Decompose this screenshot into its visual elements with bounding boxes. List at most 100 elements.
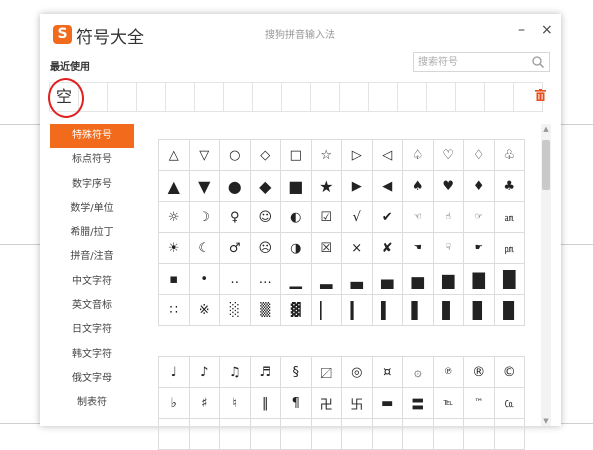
symbol-cell[interactable]: ☀ (159, 233, 190, 264)
symbol-cell[interactable]: ✘ (372, 233, 403, 264)
symbol-cell[interactable]: ▲ (159, 171, 190, 202)
symbol-cell[interactable]: ♠ (403, 171, 434, 202)
symbol-cell[interactable]: ♡ (433, 140, 464, 171)
symbol-cell[interactable] (220, 419, 251, 450)
symbol-cell[interactable]: ◐ (281, 202, 312, 233)
symbol-cell[interactable]: ▍ (372, 295, 403, 326)
symbol-cell[interactable]: ▬ (372, 388, 403, 419)
symbol-cell[interactable]: ♢ (464, 140, 495, 171)
symbol-cell[interactable]: ℗ (433, 357, 464, 388)
symbol-cell[interactable]: ☜ (403, 202, 434, 233)
symbol-cell[interactable]: 卐 (342, 388, 373, 419)
symbol-cell[interactable]: ☚ (403, 233, 434, 264)
symbol-cell[interactable]: ▂ (311, 264, 342, 295)
symbol-cell[interactable]: 〼 (311, 357, 342, 388)
recent-symbol-cell[interactable] (397, 82, 427, 112)
recent-symbol-cell[interactable] (368, 82, 398, 112)
symbol-cell[interactable]: ▎ (342, 295, 373, 326)
symbol-cell[interactable]: ▼ (189, 171, 220, 202)
symbol-cell[interactable] (372, 419, 403, 450)
scroll-down-icon[interactable]: ▼ (541, 416, 551, 426)
symbol-cell[interactable]: ♯ (189, 388, 220, 419)
search-input[interactable] (418, 55, 528, 69)
symbol-cell[interactable] (189, 419, 220, 450)
minimize-button[interactable]: – (518, 22, 525, 38)
vertical-scrollbar[interactable]: ▲ ▼ (541, 124, 551, 426)
symbol-cell[interactable] (281, 419, 312, 450)
symbol-cell[interactable]: ✔ (372, 202, 403, 233)
symbol-cell[interactable]: ▓ (281, 295, 312, 326)
sidebar-item-category[interactable]: 韩文字符 (50, 343, 134, 367)
symbol-cell[interactable]: … (250, 264, 281, 295)
recent-symbol-cell[interactable] (223, 82, 253, 112)
sidebar-item-category[interactable]: 标点符号 (50, 148, 134, 172)
symbol-cell[interactable] (342, 419, 373, 450)
symbol-cell[interactable]: × (342, 233, 373, 264)
sidebar-item-category[interactable]: 希腊/拉丁 (50, 221, 134, 245)
symbol-cell[interactable]: ℡ (433, 388, 464, 419)
symbol-cell[interactable]: ♮ (220, 388, 251, 419)
symbol-cell[interactable]: ¶ (281, 388, 312, 419)
symbol-cell[interactable]: ¤ (372, 357, 403, 388)
symbol-cell[interactable]: ■ (281, 171, 312, 202)
symbol-cell[interactable]: ∷ (159, 295, 190, 326)
recent-symbol-cell[interactable] (339, 82, 369, 112)
symbol-cell[interactable]: ▏ (311, 295, 342, 326)
symbol-cell[interactable]: ▃ (342, 264, 373, 295)
symbol-cell[interactable]: ۞ (403, 357, 434, 388)
symbol-cell[interactable]: ▶ (342, 171, 373, 202)
symbol-cell[interactable]: ▌ (403, 295, 434, 326)
search-icon[interactable] (531, 55, 545, 69)
symbol-cell[interactable] (250, 419, 281, 450)
symbol-cell[interactable]: ◎ (342, 357, 373, 388)
symbol-cell[interactable] (494, 419, 525, 450)
symbol-cell[interactable]: ▽ (189, 140, 220, 171)
symbol-cell[interactable] (464, 419, 495, 450)
symbol-cell[interactable]: ☒ (311, 233, 342, 264)
symbol-cell[interactable]: ◆ (250, 171, 281, 202)
recent-symbol-cell[interactable] (426, 82, 456, 112)
recent-symbol-cell[interactable] (484, 82, 514, 112)
symbol-cell[interactable]: ◇ (250, 140, 281, 171)
sidebar-item-category[interactable]: 英文音标 (50, 294, 134, 318)
symbol-cell[interactable]: ▊ (464, 295, 495, 326)
symbol-cell[interactable]: ※ (189, 295, 220, 326)
symbol-cell[interactable]: ‥ (220, 264, 251, 295)
symbol-cell[interactable]: ♤ (403, 140, 434, 171)
recent-symbol-cell[interactable] (252, 82, 282, 112)
symbol-cell[interactable]: ● (220, 171, 251, 202)
symbol-cell[interactable]: ♪ (189, 357, 220, 388)
symbol-cell[interactable]: ◁ (372, 140, 403, 171)
symbol-cell[interactable]: ♬ (250, 357, 281, 388)
sidebar-item-category[interactable]: 数字序号 (50, 173, 134, 197)
symbol-cell[interactable]: ☹ (250, 233, 281, 264)
symbol-cell[interactable]: ☞ (464, 202, 495, 233)
recent-symbol-cell[interactable] (310, 82, 340, 112)
symbol-cell[interactable] (403, 419, 434, 450)
symbol-cell[interactable]: ▷ (342, 140, 373, 171)
symbol-cell[interactable]: ◀ (372, 171, 403, 202)
scroll-up-icon[interactable]: ▲ (541, 124, 551, 134)
symbol-cell[interactable]: ㏘ (494, 233, 525, 264)
symbol-cell[interactable]: ☑ (311, 202, 342, 233)
recent-symbol-cell[interactable] (165, 82, 195, 112)
symbol-cell[interactable]: ♀ (220, 202, 251, 233)
symbol-cell[interactable]: ▇ (464, 264, 495, 295)
symbol-cell[interactable]: ☆ (311, 140, 342, 171)
symbol-cell[interactable]: ▆ (433, 264, 464, 295)
symbol-cell[interactable]: ▅ (403, 264, 434, 295)
symbol-cell[interactable]: ▉ (494, 295, 525, 326)
symbol-cell[interactable]: ♂ (220, 233, 251, 264)
symbol-cell[interactable]: ◑ (281, 233, 312, 264)
sidebar-item-category[interactable]: 俄文字母 (50, 367, 134, 391)
symbol-cell[interactable]: ® (464, 357, 495, 388)
symbol-cell[interactable]: ▒ (250, 295, 281, 326)
symbol-cell[interactable]: ‖ (250, 388, 281, 419)
symbol-cell[interactable] (311, 419, 342, 450)
symbol-cell[interactable]: √ (342, 202, 373, 233)
symbol-cell[interactable]: ♩ (159, 357, 190, 388)
symbol-cell[interactable]: ▪ (159, 264, 190, 295)
symbol-cell[interactable]: ☽ (189, 202, 220, 233)
recent-symbol-cell[interactable] (281, 82, 311, 112)
symbol-cell[interactable]: § (281, 357, 312, 388)
